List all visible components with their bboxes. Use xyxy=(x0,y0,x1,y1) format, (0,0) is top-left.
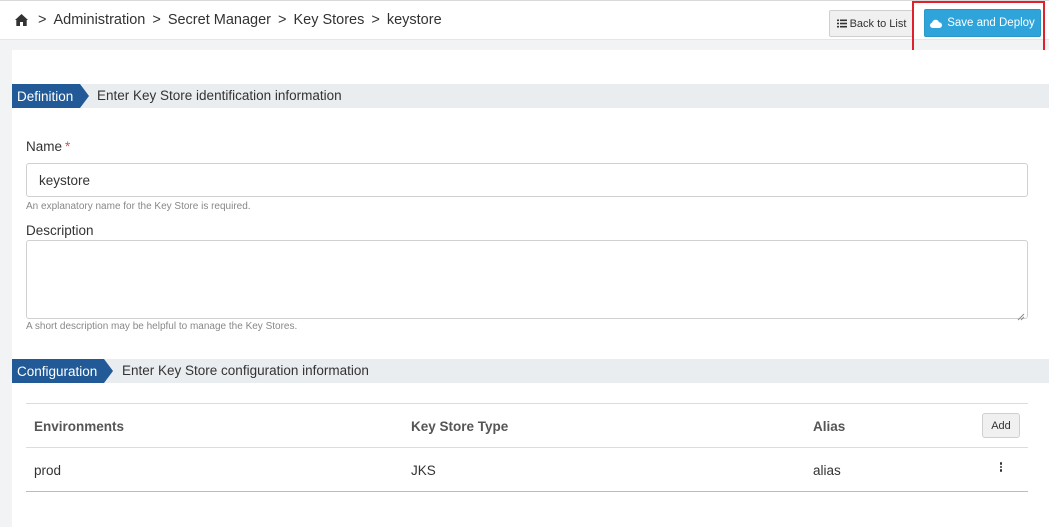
description-help-text: A short description may be helpful to ma… xyxy=(26,321,298,332)
list-icon xyxy=(836,19,847,28)
configuration-description: Enter Key Store configuration informatio… xyxy=(122,363,369,378)
breadcrumb-secret-manager[interactable]: Secret Manager xyxy=(168,12,271,28)
definition-section-header: Definition Enter Key Store identificatio… xyxy=(12,84,1049,108)
column-header-environments: Environments xyxy=(34,419,125,434)
breadcrumb-administration[interactable]: Administration xyxy=(53,12,145,28)
name-help-text: An explanatory name for the Key Store is… xyxy=(26,201,251,212)
top-toolbar: > Administration > Secret Manager > Key … xyxy=(0,0,1049,40)
breadcrumb: > Administration > Secret Manager > Key … xyxy=(14,12,442,28)
breadcrumb-separator: > xyxy=(371,12,380,28)
back-to-list-button[interactable]: Back to List xyxy=(829,10,914,37)
table-header-border xyxy=(26,447,1028,448)
back-to-list-label: Back to List xyxy=(849,17,907,30)
name-label-text: Name xyxy=(26,139,63,154)
name-input-value: keystore xyxy=(39,172,91,188)
breadcrumb-current-keystore: keystore xyxy=(386,12,442,28)
definition-description: Enter Key Store identification informati… xyxy=(97,88,342,103)
column-header-key-store-type: Key Store Type xyxy=(411,419,509,434)
cell-alias: alias xyxy=(813,463,841,478)
table-top-border xyxy=(26,403,1028,404)
table-bottom-border xyxy=(26,491,1028,492)
name-label: Name * xyxy=(26,139,70,154)
description-label: Description xyxy=(26,223,94,238)
keystore-form-panel: Definition Enter Key Store identificatio… xyxy=(12,50,1049,527)
breadcrumb-key-stores[interactable]: Key Stores xyxy=(293,12,364,28)
column-header-alias: Alias xyxy=(813,419,846,434)
cell-environment: prod xyxy=(34,463,62,478)
configuration-tag: Configuration xyxy=(12,359,113,383)
cell-key-store-type: JKS xyxy=(411,463,436,478)
breadcrumb-separator: > xyxy=(277,12,287,28)
description-textarea[interactable] xyxy=(26,240,1028,321)
resize-handle-icon[interactable] xyxy=(1017,308,1025,321)
row-actions-icon[interactable] xyxy=(996,462,1006,476)
breadcrumb-separator: > xyxy=(152,12,161,28)
breadcrumb-separator: > xyxy=(38,12,47,28)
definition-tag: Definition xyxy=(12,84,89,108)
name-input[interactable]: keystore xyxy=(26,163,1028,197)
home-icon[interactable] xyxy=(14,13,29,27)
add-button[interactable]: Add xyxy=(982,413,1020,438)
configuration-section-header: Configuration Enter Key Store configurat… xyxy=(12,359,1049,383)
required-marker: * xyxy=(65,139,71,154)
